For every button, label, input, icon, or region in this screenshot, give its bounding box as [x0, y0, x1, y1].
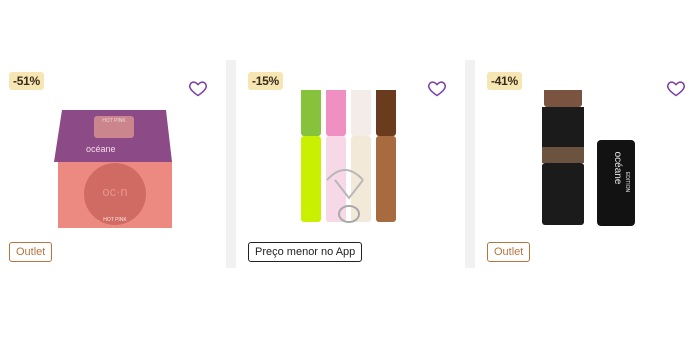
discount-badge: -51%	[9, 72, 44, 90]
product-card[interactable]: -15% Preço menor no App	[245, 60, 461, 268]
product-image[interactable]	[245, 90, 461, 230]
card-divider	[226, 60, 236, 268]
outlet-tag[interactable]: Outlet	[9, 242, 53, 262]
edition-text: EDITION	[624, 172, 630, 193]
brand-logo-text: océane	[612, 152, 623, 185]
outlet-tag[interactable]: Outlet	[487, 242, 531, 262]
product-card[interactable]: -51% HOT PINK océane oc·n HOT PINK Outle…	[6, 60, 222, 268]
discount-badge: -15%	[248, 72, 283, 90]
pan-embossing: oc·n	[102, 184, 127, 199]
app-price-tag[interactable]: Preço menor no App	[248, 242, 363, 262]
product-image[interactable]: HOT PINK océane oc·n HOT PINK	[6, 90, 222, 230]
card-divider	[465, 60, 475, 268]
shade-top-label: HOT PINK	[102, 118, 126, 124]
discount-badge: -41%	[487, 72, 522, 90]
product-card[interactable]: -41% océane EDITION Outlet	[484, 60, 693, 268]
product-image[interactable]: océane EDITION	[484, 90, 693, 230]
brand-logo-text: océane	[86, 144, 116, 154]
shade-bottom-label: HOT PINK	[103, 217, 127, 223]
